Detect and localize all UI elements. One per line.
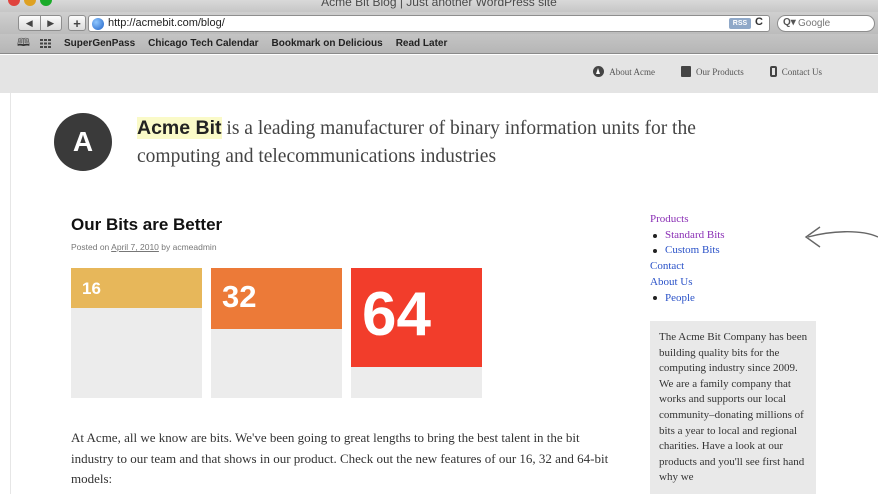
post-meta: Posted on April 7, 2010 by acmeadmin [71,242,217,252]
annotation-arrow-icon [804,226,878,248]
globe-icon [92,18,104,30]
rss-button[interactable]: RSS [729,18,751,29]
search-icon: Q▾ [783,17,796,28]
url-text[interactable]: http://acmebit.com/blog/ [108,17,225,29]
open-book-icon[interactable]: 🕮 [17,34,30,53]
site-header: About Acme Our Products Contact Us [0,55,878,93]
nav-contact-us[interactable]: Contact Us [769,66,822,77]
nav-our-products[interactable]: Our Products [681,66,744,77]
menu-about-us[interactable]: About Us [650,275,725,291]
phone-icon [769,66,777,77]
bit-card-64: 64 [351,268,482,398]
box-icon [681,66,691,77]
back-arrow-icon[interactable]: ◀ [19,16,40,30]
page-border [10,93,11,494]
brand-name: Acme Bit [137,117,222,139]
bookmarks-bar: 🕮 SuperGenPass Chicago Tech Calendar Boo… [0,34,878,54]
post-body: At Acme, all we know are bits. We've bee… [71,430,609,486]
nav-about-acme-label: About Acme [609,66,655,77]
browser-toolbar: ◀ ▶ + http://acmebit.com/blog/ RSS C Q▾ [0,12,878,34]
site-tagline: Acme Bit is a leading manufacturer of bi… [137,114,777,171]
search-field[interactable]: Q▾ [777,15,875,32]
acme-logo[interactable]: A [54,113,112,171]
add-bookmark-button[interactable]: + [68,15,86,31]
address-bar[interactable]: http://acmebit.com/blog/ RSS C [88,15,770,32]
menu-people[interactable]: People [665,291,695,307]
bookmark-on-delicious[interactable]: Bookmark on Delicious [272,38,383,49]
menu-item-standard-bits: Standard Bits [650,228,725,244]
bookmark-chicago-tech-calendar[interactable]: Chicago Tech Calendar [148,38,258,49]
post-author: acmeadmin [172,242,217,252]
meta-prefix: Posted on [71,242,112,252]
bullet-icon [653,296,657,301]
bullet-icon [653,249,657,254]
history-buttons: ◀ ▶ [18,15,62,31]
bit-label-64: 64 [362,280,431,349]
window-titlebar: Acme Bit Blog | Just another WordPress s… [0,0,878,12]
bookmark-read-later[interactable]: Read Later [396,38,448,49]
bit-card-16: 16 [71,268,202,398]
menu-item-custom-bits: Custom Bits [650,243,725,259]
nav-about-acme[interactable]: About Acme [593,66,655,77]
bookmark-supergenpass[interactable]: SuperGenPass [64,38,135,49]
menu-standard-bits[interactable]: Standard Bits [665,228,725,244]
window-title: Acme Bit Blog | Just another WordPress s… [321,0,557,9]
meta-by: by [158,242,173,252]
sidebar-menu: Products Standard Bits Custom Bits Conta… [650,212,725,306]
menu-item-people: People [650,291,725,307]
bullet-icon [653,233,657,238]
menu-products[interactable]: Products [650,212,725,228]
menu-custom-bits[interactable]: Custom Bits [665,243,720,259]
page-viewport: About Acme Our Products Contact Us A Acm… [0,55,878,494]
search-input[interactable] [798,17,870,30]
bit-label-16: 16 [82,279,101,298]
forward-arrow-icon[interactable]: ▶ [39,16,62,30]
post-date-link[interactable]: April 7, 2010 [111,242,159,252]
menu-contact[interactable]: Contact [650,259,725,275]
logo-circle-icon [593,66,605,77]
nav-contact-us-label: Contact Us [781,66,822,77]
about-company-box: The Acme Bit Company has been building q… [650,321,816,494]
grid-icon[interactable] [39,39,51,48]
tagline-text: is a leading manufacturer of binary info… [137,118,696,167]
site-nav: About Acme Our Products Contact Us [593,66,822,77]
post-title[interactable]: Our Bits are Better [71,215,222,235]
nav-our-products-label: Our Products [696,66,744,77]
bit-card-32: 32 [211,268,342,398]
bit-label-32: 32 [222,279,257,314]
reload-button[interactable]: C [755,16,763,28]
